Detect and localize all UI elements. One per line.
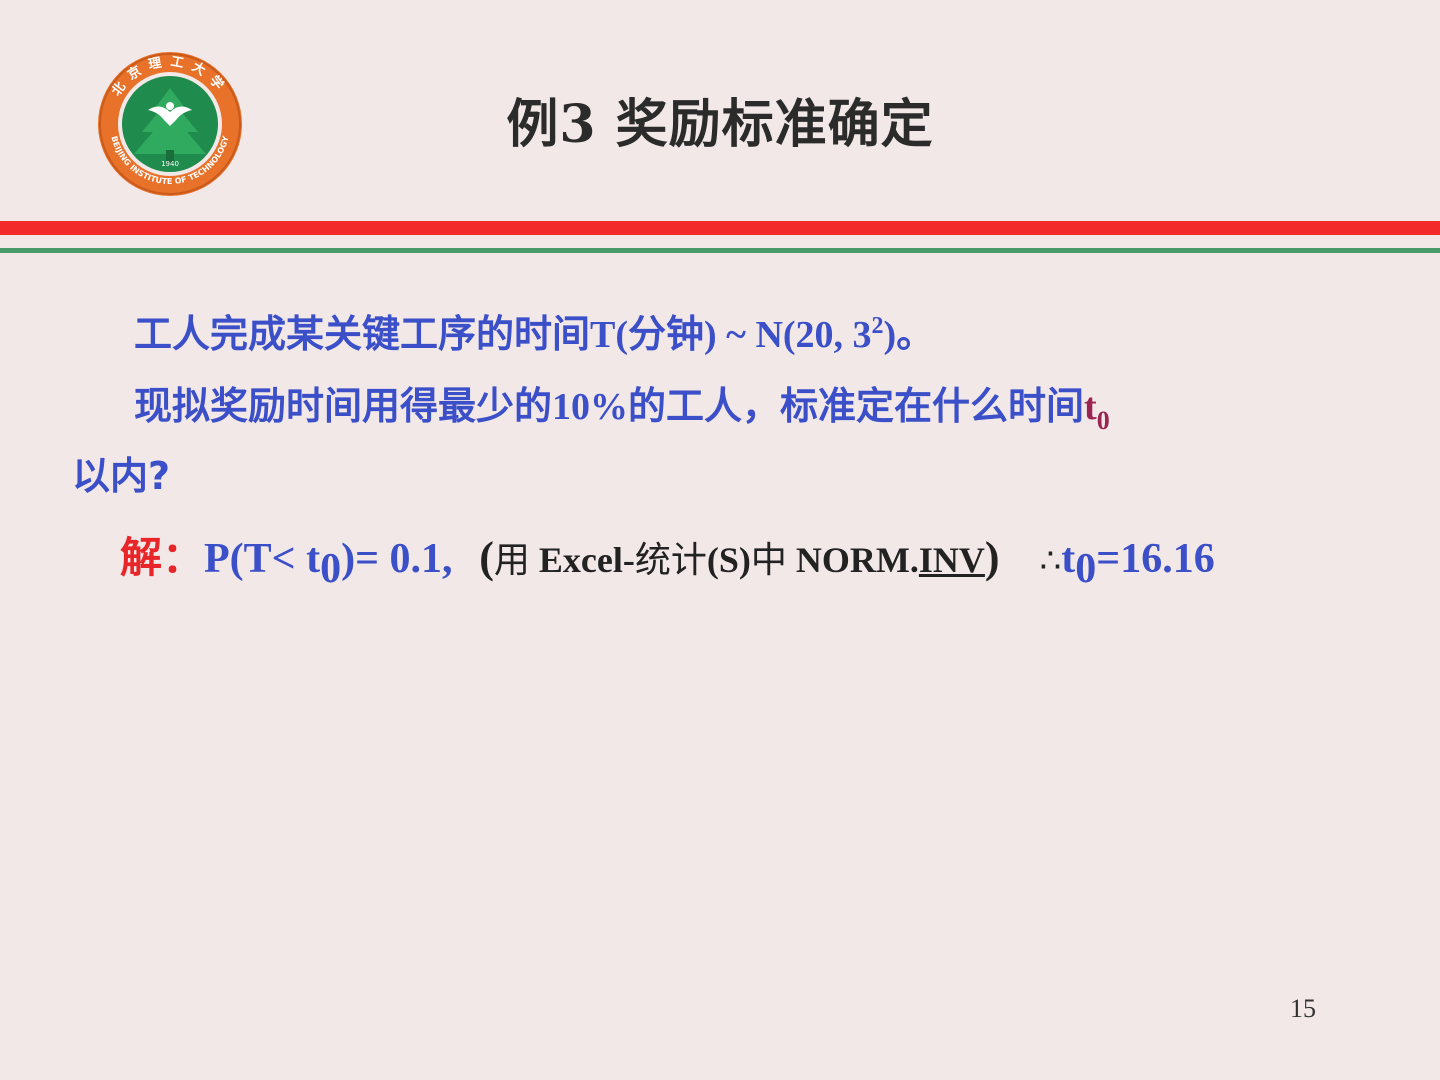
solution-expr-t: t [306,536,321,582]
green-divider [0,248,1440,253]
page-number: 15 [1290,994,1316,1023]
problem-line1-T: T( [590,314,629,356]
note-excel: Excel- [538,540,635,580]
answer-value: =16.16 [1096,536,1215,582]
problem-line2-text2: 的工人，标准定在什么时间 [628,384,1085,428]
answer-t: t [1061,536,1076,582]
problem-line1-dist: ) ~ N(20, 3 [704,314,872,356]
problem-line2-pct: 10% [552,386,629,428]
logo-year: 1940 [161,160,179,168]
note-inv: INV [918,540,985,580]
note-close-paren: ) [984,533,1000,582]
red-divider [0,221,1440,235]
problem-line1-text: 工人完成某关键工序的时间 [134,312,591,356]
problem-line1-end: )。 [883,314,935,356]
note-norm: NORM. [795,540,919,580]
note-s: (S) [706,540,751,580]
therefore-symbol: ∴ [1039,541,1062,581]
problem-line-1: 工人完成某关键工序的时间T(分钟) ~ N(20, 32)。 [134,290,934,371]
answer-sub: 0 [1075,546,1097,592]
problem-line1-unit: 分钟 [628,312,705,356]
problem-line2-t: t [1084,386,1097,428]
problem-line-3: 以内? [72,440,170,512]
solution-expr-sub: 0 [320,546,342,592]
solution-label: 解： [120,533,205,582]
problem-line3-text: 以内? [72,454,171,498]
note-zhong: 中 [750,540,796,580]
problem-line1-exp: 2 [871,313,884,339]
problem-line2-sub: 0 [1096,406,1110,435]
note-open-paren: ( [479,533,494,582]
solution-expr-b: )= 0.1, [341,536,453,582]
note-yong: 用 [493,540,539,580]
problem-line2-text: 现拟奖励时间用得最少的 [134,384,553,428]
problem-line-2: 现拟奖励时间用得最少的10%的工人，标准定在什么时间t0 [134,370,1110,457]
slide-title-text: 例3 奖励标准确定 [506,94,934,155]
solution-note: (用 Excel-统计(S)中 NORM.INV) [479,533,999,582]
slide-title: 例3 奖励标准确定 [0,82,1440,157]
solution-expr-a: P(T< [204,536,307,582]
solution-line: 解：P(T< t0)= 0.1, (用 Excel-统计(S)中 NORM.IN… [120,522,1215,605]
note-tongji: 统计 [634,540,707,580]
